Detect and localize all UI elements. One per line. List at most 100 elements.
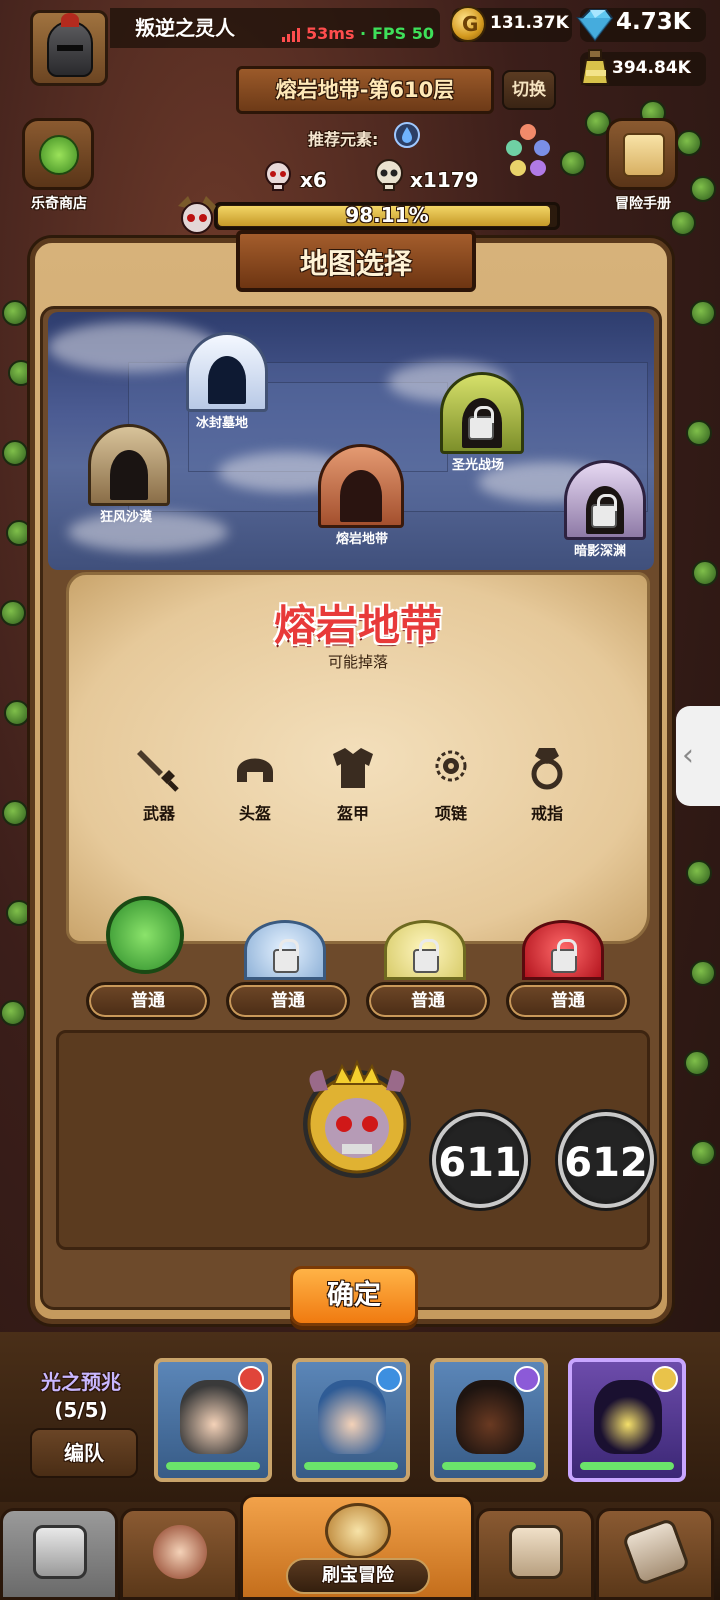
gold-value: 131.37K xyxy=(490,13,569,33)
difficulty-button-3[interactable]: 普通 xyxy=(366,982,490,1020)
gem-value: 4.73K xyxy=(616,9,691,35)
water-drop-icon xyxy=(376,1366,402,1392)
nav-forge-tab[interactable] xyxy=(596,1508,714,1600)
necklace-icon xyxy=(435,750,467,782)
hero-card-1[interactable] xyxy=(154,1358,272,1482)
player-name: 叛逆之灵人 xyxy=(135,16,235,40)
shop-label: 乐奇商店 xyxy=(31,196,87,212)
hero-portrait xyxy=(456,1380,524,1454)
chest-icon xyxy=(509,1525,563,1579)
player-avatar[interactable] xyxy=(30,10,108,86)
hero-portrait xyxy=(594,1380,662,1454)
hero-card-3[interactable] xyxy=(430,1358,548,1482)
hero-hp-bar xyxy=(304,1462,398,1470)
skull-icon xyxy=(375,159,403,191)
scroll-icon xyxy=(623,133,665,177)
hero-hp-bar xyxy=(442,1462,536,1470)
formation-button[interactable]: 编队 xyxy=(30,1428,138,1478)
difficulty-hard-icon[interactable] xyxy=(244,920,326,980)
shop-button[interactable] xyxy=(22,118,94,190)
nav-adventure-label: 刷宝冒险 xyxy=(286,1558,430,1594)
gold-coin-icon: G xyxy=(450,6,486,42)
map-gate-ice-cemetery[interactable] xyxy=(186,332,268,412)
drop-label: 盔甲 xyxy=(336,804,369,823)
level-number: 611 xyxy=(438,1140,522,1186)
map-label-holy-battlefield: 圣光战场 xyxy=(452,458,505,473)
drop-label: 项链 xyxy=(434,804,467,823)
difficulty-nightmare-icon[interactable] xyxy=(384,920,466,980)
drop-label: 戒指 xyxy=(530,804,563,823)
map-gate-lava-zone[interactable] xyxy=(318,444,404,528)
gem-icon xyxy=(576,9,614,42)
elite-skull-icon xyxy=(265,161,291,191)
difficulty-button-2[interactable]: 普通 xyxy=(226,982,350,1020)
elite-kill-count: x6 xyxy=(300,168,327,192)
fire-icon xyxy=(238,1366,264,1392)
hero-portrait xyxy=(180,1380,248,1454)
nav-inventory-tab[interactable] xyxy=(476,1508,594,1600)
hammer-icon xyxy=(621,1517,691,1587)
drop-necklace[interactable]: 项链 xyxy=(418,742,484,824)
armor-icon xyxy=(333,748,373,788)
handbook-button[interactable] xyxy=(606,118,678,190)
moon-icon xyxy=(514,1366,540,1392)
lock-icon xyxy=(468,406,494,440)
team-count: (5/5) xyxy=(54,1398,108,1422)
map-gate-wind-desert[interactable] xyxy=(88,424,170,506)
element-wheel-icon[interactable] xyxy=(500,122,556,182)
stage-title: 熔岩地带-第610层 xyxy=(275,78,455,102)
boss-medal-icon[interactable] xyxy=(292,1052,422,1182)
difficulty-normal-icon[interactable] xyxy=(106,896,184,974)
drop-label: 武器 xyxy=(142,804,175,823)
fps-value: FPS 50 xyxy=(372,24,435,43)
kill-count: x1179 xyxy=(410,168,479,192)
confirm-button[interactable]: 确定 xyxy=(290,1266,418,1326)
drop-helmet[interactable]: 头盔 xyxy=(222,742,288,824)
recommended-element-label: 推荐元素: xyxy=(308,130,379,149)
hero-portrait xyxy=(318,1380,386,1454)
hero-hp-bar xyxy=(166,1462,260,1470)
sun-icon xyxy=(652,1366,678,1392)
boss-skull-icon xyxy=(178,196,216,234)
map-label-wind-desert: 狂风沙漠 xyxy=(100,510,153,525)
switch-stage-button[interactable]: 切换 xyxy=(502,70,556,110)
lock-icon xyxy=(591,494,617,528)
dialog-title: 地图选择 xyxy=(299,247,412,280)
drop-label: 头盔 xyxy=(238,804,271,823)
handbook-label: 冒险手册 xyxy=(615,196,671,212)
drop-ring[interactable]: 戒指 xyxy=(514,742,580,824)
map-gate-holy-battlefield[interactable] xyxy=(440,372,524,454)
map-label-shadow-abyss: 暗影深渊 xyxy=(574,544,627,559)
level-number: 612 xyxy=(564,1140,648,1186)
sword-icon xyxy=(137,750,179,792)
difficulty-hell-icon[interactable] xyxy=(522,920,604,980)
store-icon xyxy=(33,1525,87,1579)
hero-card-4[interactable] xyxy=(568,1358,686,1482)
map-gate-shadow-abyss[interactable] xyxy=(564,460,646,540)
map-label-ice-cemetery: 冰封墓地 xyxy=(196,416,249,431)
map-label-lava-zone: 熔岩地带 xyxy=(336,532,389,547)
compass-icon xyxy=(325,1503,391,1559)
lock-icon xyxy=(413,939,439,973)
chevron-left-icon: ‹ xyxy=(682,738,694,773)
knight-helmet-icon xyxy=(47,13,93,77)
hero-hp-bar xyxy=(580,1462,674,1470)
nav-hero-tab[interactable] xyxy=(120,1508,238,1600)
stage-progress-text: 98.11% xyxy=(345,203,429,227)
drop-armor[interactable]: 盔甲 xyxy=(320,742,386,824)
drop-weapon[interactable]: 武器 xyxy=(126,742,192,824)
ring-icon xyxy=(531,748,563,790)
clover-icon xyxy=(39,135,79,175)
zone-title: 熔岩地带 xyxy=(273,601,442,650)
hero-card-2[interactable] xyxy=(292,1358,410,1482)
difficulty-button-1[interactable]: 普通 xyxy=(86,982,210,1020)
lock-icon xyxy=(273,939,299,973)
separator-dot: · xyxy=(360,24,367,43)
signal-icon xyxy=(282,28,300,42)
potion-value: 394.84K xyxy=(612,58,691,78)
nav-shop-tab[interactable] xyxy=(0,1508,118,1600)
difficulty-button-4[interactable]: 普通 xyxy=(506,982,630,1020)
potion-icon xyxy=(580,49,610,85)
ping-value: 53ms xyxy=(306,24,355,43)
drops-label: 可能掉落 xyxy=(327,653,388,671)
